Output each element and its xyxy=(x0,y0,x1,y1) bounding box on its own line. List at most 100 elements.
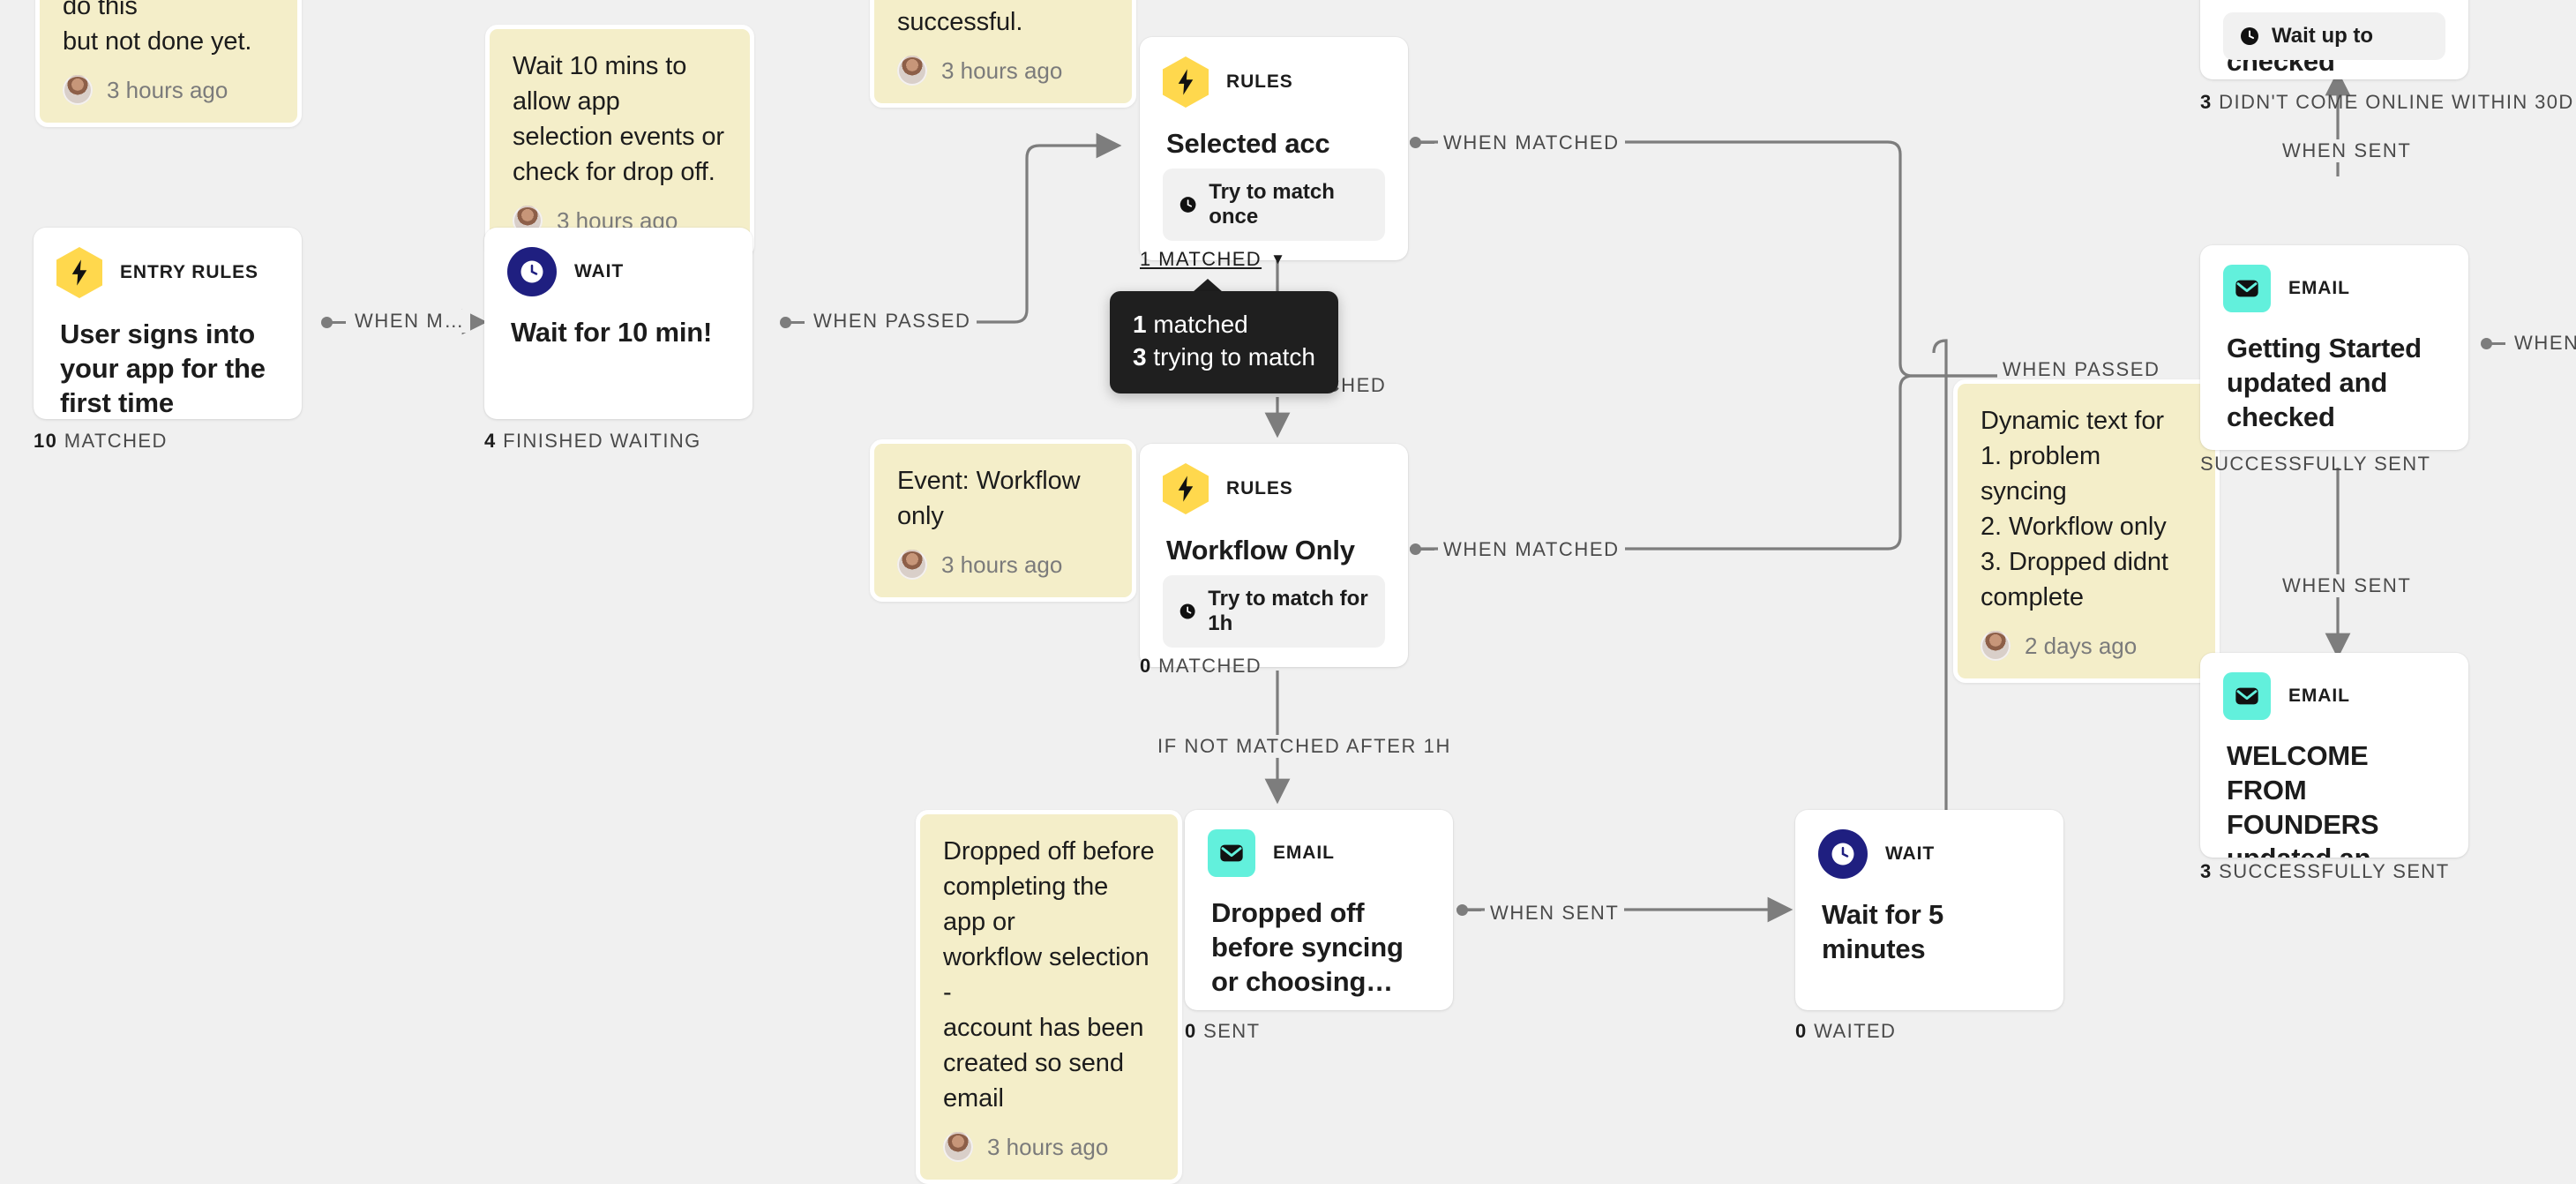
node-header: EMAIL xyxy=(1185,810,1453,877)
avatar xyxy=(63,75,93,106)
node-email-partial-top-right[interactable]: updated and checked Wait up to xyxy=(2200,0,2468,79)
note-timestamp: 3 hours ago xyxy=(107,76,228,103)
node-chip-try-to-match-for-1h[interactable]: Try to match for 1h xyxy=(1163,575,1385,648)
stat-label: MATCHED xyxy=(64,430,168,452)
node-title: Workflow Only xyxy=(1166,535,1355,566)
node-stat-email-dropped-off: 0 SENT xyxy=(1185,1020,1260,1043)
stat-count: 0 xyxy=(1795,1020,1808,1042)
envelope-icon xyxy=(1208,829,1255,877)
tooltip-arrow xyxy=(1193,279,1223,292)
node-entry-rules[interactable]: ENTRY RULES User signs into your app for… xyxy=(34,228,302,419)
avatar xyxy=(943,1132,973,1163)
bolt-hexagon-icon xyxy=(56,247,102,298)
clock-icon xyxy=(2241,27,2258,45)
stat-count: 10 xyxy=(34,430,58,452)
stat-count: 0 xyxy=(1140,655,1152,677)
node-rules-selected-acc-app[interactable]: RULES Selected acc app Try to match once xyxy=(1140,37,1408,260)
envelope-icon xyxy=(2223,265,2271,312)
chevron-down-icon: ▼ xyxy=(1270,251,1287,267)
node-stat-email-welcome-founders: 3 SUCCESSFULLY SENT xyxy=(2200,860,2450,883)
note-timestamp: 2 days ago xyxy=(2025,632,2138,659)
edge-label-when-matched-short: WHEN M… xyxy=(349,310,470,333)
node-header: ENTRY RULES xyxy=(34,228,302,298)
node-stat-email-getting-started: SUCCESSFULLY SENT xyxy=(2200,453,2430,476)
clock-icon xyxy=(1179,603,1195,619)
note-meta: 3 hours ago xyxy=(897,56,1109,86)
node-chip-label: Wait up to xyxy=(2272,24,2374,48)
stat-label: SUCCESSFULLY SENT xyxy=(2219,860,2450,882)
node-kind-label: EMAIL xyxy=(2288,278,2350,298)
stat-label: SENT xyxy=(1203,1020,1261,1042)
tooltip-line-1: 1 matched xyxy=(1133,309,1315,341)
node-wait-5-minutes[interactable]: WAIT Wait for 5 minutes xyxy=(1795,810,2063,1010)
node-kind-label: RULES xyxy=(1226,478,1293,498)
stat-count: 3 xyxy=(2200,860,2213,882)
node-header: WAIT xyxy=(1795,810,2063,879)
tooltip-line2-count: 3 xyxy=(1133,342,1147,371)
stat-label: WAITED xyxy=(1814,1020,1897,1042)
node-stat-entry-rules: 10 MATCHED xyxy=(34,430,168,453)
node-kind-label: RULES xyxy=(1226,71,1293,92)
stat-count: 4 xyxy=(484,430,497,452)
node-chip-try-to-match-once[interactable]: Try to match once xyxy=(1163,169,1385,241)
node-wait-10-min[interactable]: WAIT Wait for 10 min! xyxy=(484,228,753,419)
sticky-note-partial-top-left[interactable]: add the events to do this but not done y… xyxy=(35,0,302,128)
tooltip-line1-text: matched xyxy=(1153,311,1248,338)
node-title: Wait for 10 min! xyxy=(511,317,713,348)
bolt-hexagon-icon xyxy=(1163,56,1209,108)
note-timestamp: 3 hours ago xyxy=(941,551,1063,578)
edge-label-when-passed: WHEN PASSED xyxy=(808,310,977,333)
node-header: WAIT xyxy=(484,228,753,296)
node-stat-wait-5-minutes: 0 WAITED xyxy=(1795,1020,1896,1043)
note-meta: 3 hours ago xyxy=(897,550,1109,581)
workflow-canvas[interactable]: WHEN M… WHEN PASSED WHEN MATCHED IF NOT … xyxy=(0,0,2576,1184)
node-rules-workflow-only[interactable]: RULES Workflow Only Try to match for 1h xyxy=(1140,444,1408,667)
sticky-note-wait-10-mins[interactable]: Wait 10 mins to allow app selection even… xyxy=(485,25,754,259)
tooltip-line2-text: trying to match xyxy=(1153,342,1315,371)
note-text: Dropped off before completing the app or… xyxy=(943,837,1155,1113)
node-email-getting-started[interactable]: EMAIL Getting Started updated and checke… xyxy=(2200,245,2468,450)
node-email-welcome-founders[interactable]: EMAIL WELCOME FROM FOUNDERS updated an… xyxy=(2200,653,2468,858)
edge-stub-when-passed xyxy=(789,321,805,324)
avatar xyxy=(897,56,927,86)
stat-count: 3 xyxy=(2200,91,2213,113)
matched-dropdown-label: 1 MATCHED xyxy=(1140,248,1262,270)
node-stat-email-partial-top-right: 3 DIDN'T COME ONLINE WITHIN 30D xyxy=(2200,91,2574,114)
node-header: EMAIL xyxy=(2200,653,2468,720)
node-kind-label: EMAIL xyxy=(1273,843,1335,863)
edge-label-when-passed-right: WHEN PASSED xyxy=(1997,358,2166,381)
stat-label: FINISHED WAITING xyxy=(503,430,701,452)
sticky-note-dynamic-text[interactable]: Dynamic text for 1. problem syncing 2. W… xyxy=(1953,379,2220,684)
clock-icon xyxy=(1179,197,1196,213)
node-header: RULES xyxy=(1140,37,1408,108)
note-text: add the events to do this but not done y… xyxy=(63,0,252,56)
edge-label-if-not-matched-after-1h: IF NOT MATCHED AFTER 1H xyxy=(1152,735,1457,758)
node-kind-label: ENTRY RULES xyxy=(120,262,258,282)
matched-dropdown[interactable]: 1 MATCHED ▼ xyxy=(1140,248,1286,271)
clock-circle-icon xyxy=(507,247,557,296)
node-chip-label: Try to match for 1h xyxy=(1208,587,1368,635)
node-header: RULES xyxy=(1140,444,1408,514)
avatar xyxy=(1981,631,2011,662)
tooltip-line1-count: 1 xyxy=(1133,311,1147,338)
sticky-note-partial-successful[interactable]: determine if was successful. 3 hours ago xyxy=(870,0,1136,109)
sticky-note-event-workflow-only[interactable]: Event: Workflow only 3 hours ago xyxy=(870,439,1136,603)
node-email-dropped-off[interactable]: EMAIL Dropped off before syncing or choo… xyxy=(1185,810,1453,1010)
node-stat-wait-10-min: 4 FINISHED WAITING xyxy=(484,430,701,453)
node-stat-workflow-only: 0 MATCHED xyxy=(1140,655,1262,678)
note-text: determine if was successful. xyxy=(897,0,1082,37)
stat-label: DIDN'T COME ONLINE WITHIN 30D xyxy=(2219,91,2574,113)
node-chip-wait-up-to[interactable]: Wait up to xyxy=(2223,12,2445,60)
edge-label-when-matched-top: WHEN MATCHED xyxy=(1438,131,1625,154)
sticky-note-dropped-off[interactable]: Dropped off before completing the app or… xyxy=(916,810,1182,1184)
note-meta: 3 hours ago xyxy=(63,75,274,106)
note-text: Wait 10 mins to allow app selection even… xyxy=(513,52,724,187)
edge-label-when-sent-right-clipped: WHEN SE xyxy=(2509,332,2576,355)
note-timestamp: 3 hours ago xyxy=(941,56,1063,84)
stat-count: 0 xyxy=(1185,1020,1197,1042)
edge-label-when-matched-mid: WHEN MATCHED xyxy=(1438,538,1625,561)
stat-label: MATCHED xyxy=(1158,655,1262,677)
stat-label: SUCCESSFULLY SENT xyxy=(2200,453,2431,475)
tooltip-line-2: 3 trying to match xyxy=(1133,341,1315,374)
edge-stub-when-matched-top xyxy=(1419,141,1434,144)
